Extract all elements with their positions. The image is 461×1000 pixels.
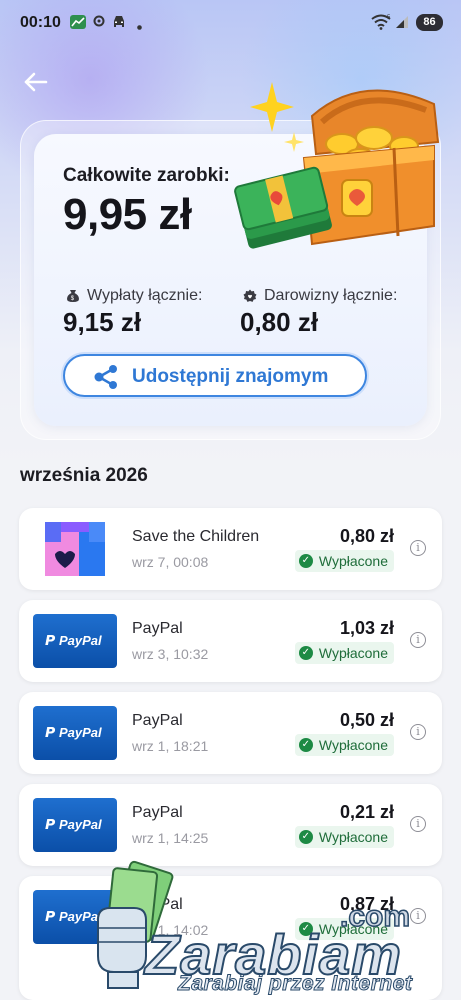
transaction-row[interactable]: 𝙋 PayPal PayPal wrz 3, 10:32 1,03 zł ✓ W… xyxy=(19,600,442,682)
total-earnings-label: Całkowite zarobki: xyxy=(63,165,230,186)
transaction-amount: 0,87 zł xyxy=(339,894,394,914)
svg-text:5: 5 xyxy=(387,15,391,21)
save-the-children-logo xyxy=(33,522,117,576)
status-text: Wypłacone xyxy=(318,921,388,937)
status-text: Wypłacone xyxy=(318,829,388,845)
status-badge: ✓ Wypłacone xyxy=(294,918,394,940)
settings-icon xyxy=(93,15,105,30)
check-icon: ✓ xyxy=(298,738,313,752)
paypal-logo: 𝙋 PayPal xyxy=(33,614,117,668)
transaction-amount: 0,50 zł xyxy=(339,710,394,730)
paypal-logo-text: PayPal xyxy=(59,909,102,924)
status-text: Wypłacone xyxy=(318,737,388,753)
transaction-name: PayPal xyxy=(132,620,183,637)
paypal-mark-icon: 𝙋 xyxy=(45,816,56,832)
status-bar: 00:10 5 86 xyxy=(0,0,461,48)
transaction-name: Save the Children xyxy=(132,528,260,545)
share-icon xyxy=(94,365,117,389)
donations-label: Darowizny łącznie: xyxy=(264,287,398,304)
paypal-logo: 𝙋 PayPal xyxy=(33,890,117,944)
battery-indicator: 86 xyxy=(416,14,443,31)
transaction-amount: 1,03 zł xyxy=(339,618,394,638)
status-badge: ✓ Wypłacone xyxy=(294,826,394,848)
transaction-row[interactable]: 𝙋 PayPal PayPal wrz 1, 14:02 0,87 zł ✓ W… xyxy=(19,876,442,1000)
transaction-date: wrz 3, 10:32 xyxy=(132,646,209,662)
status-time: 00:10 xyxy=(20,14,61,31)
transaction-date: wrz 7, 00:08 xyxy=(132,554,209,570)
month-heading: września 2026 xyxy=(20,465,148,486)
transaction-row[interactable]: 𝙋 PayPal PayPal wrz 1, 14:25 0,21 zł ✓ W… xyxy=(19,784,442,866)
donations-value: 0,80 zł xyxy=(240,307,319,337)
paypal-logo-text: PayPal xyxy=(59,633,102,648)
treasure-chest-illustration xyxy=(234,82,440,249)
status-badge: ✓ Wypłacone xyxy=(294,642,394,664)
chart-icon xyxy=(70,15,86,32)
back-button[interactable] xyxy=(22,68,50,96)
transaction-name: PayPal xyxy=(132,712,183,729)
transaction-row[interactable]: Save the Children wrz 7, 00:08 0,80 zł ✓… xyxy=(19,508,442,590)
share-button-label: Udostępnij znajomym xyxy=(132,366,329,387)
paypal-logo-text: PayPal xyxy=(59,725,102,740)
payouts-value: 9,15 zł xyxy=(63,307,142,337)
paypal-mark-icon: 𝙋 xyxy=(45,908,56,924)
moneybag-icon: $ xyxy=(66,289,80,303)
share-with-friends-button[interactable]: Udostępnij znajomym xyxy=(63,354,367,397)
check-icon: ✓ xyxy=(298,922,313,936)
transaction-name: PayPal xyxy=(132,896,183,913)
dot-icon xyxy=(137,19,142,33)
paypal-mark-icon: 𝙋 xyxy=(45,724,56,740)
check-icon: ✓ xyxy=(298,830,313,844)
gift-gear-icon xyxy=(243,289,257,303)
transaction-row[interactable]: 𝙋 PayPal PayPal wrz 1, 18:21 0,50 zł ✓ W… xyxy=(19,692,442,774)
total-earnings-value: 9,95 zł xyxy=(63,190,192,239)
arrow-left-icon xyxy=(24,72,48,92)
transaction-amount: 0,80 zł xyxy=(339,526,394,546)
paypal-logo: 𝙋 PayPal xyxy=(33,798,117,852)
transaction-name: PayPal xyxy=(132,804,183,821)
status-badge: ✓ Wypłacone xyxy=(294,550,394,572)
transaction-amount: 0,21 zł xyxy=(339,802,394,822)
info-icon[interactable]: i xyxy=(410,724,426,740)
wifi-icon: 5 xyxy=(371,14,391,35)
transaction-date: wrz 1, 14:25 xyxy=(132,830,209,846)
transaction-date: wrz 1, 14:02 xyxy=(132,922,209,938)
info-icon[interactable]: i xyxy=(410,632,426,648)
check-icon: ✓ xyxy=(298,646,313,660)
info-icon[interactable]: i xyxy=(410,908,426,924)
info-icon[interactable]: i xyxy=(410,816,426,832)
info-icon[interactable]: i xyxy=(410,540,426,556)
payouts-label: Wypłaty łącznie: xyxy=(87,287,203,304)
paypal-mark-icon: 𝙋 xyxy=(45,632,56,648)
check-icon: ✓ xyxy=(298,554,313,568)
paypal-logo-text: PayPal xyxy=(59,817,102,832)
signal-icon xyxy=(395,15,409,34)
car-icon xyxy=(112,15,126,31)
paypal-logo: 𝙋 PayPal xyxy=(33,706,117,760)
status-badge: ✓ Wypłacone xyxy=(294,734,394,756)
status-text: Wypłacone xyxy=(318,645,388,661)
status-text: Wypłacone xyxy=(318,553,388,569)
transaction-date: wrz 1, 18:21 xyxy=(132,738,209,754)
